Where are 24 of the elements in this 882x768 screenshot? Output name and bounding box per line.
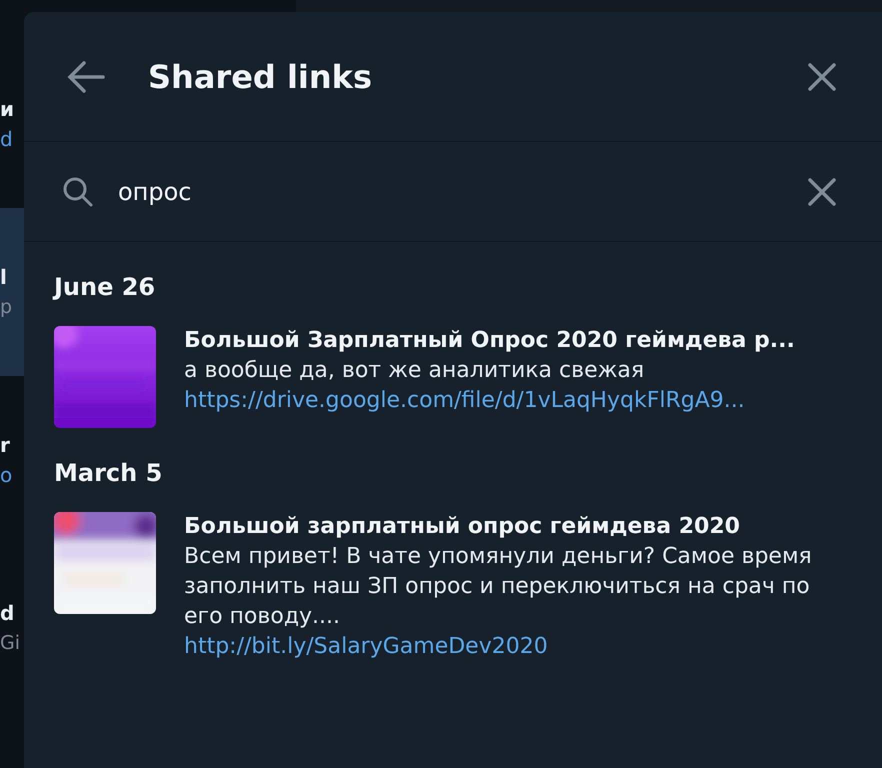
chat-fragment: l (0, 264, 7, 291)
chat-fragment: и (0, 96, 14, 123)
link-description: Всем привет! В чате упомянули деньги? Самое время заполнить наш ЗП опрос и переключиться на срач по его поводу.... (184, 543, 813, 631)
search-field[interactable]: опрос (118, 174, 802, 210)
chat-fragment: Gi (0, 631, 20, 656)
close-icon (807, 176, 837, 206)
chat-fragment: d (0, 126, 13, 153)
chat-list-row[interactable]: p (0, 292, 24, 376)
link-url[interactable]: https://drive.google.com/file/d/1vLaqHyqkFlRgA9... (184, 386, 824, 416)
chat-fragment: o (0, 462, 12, 489)
link-title: Большой зарплатный опрос геймдева 2020 (184, 513, 741, 541)
link-description: а вообще да, вот же аналитика свежая (184, 357, 646, 385)
back-arrow-icon (67, 60, 105, 94)
close-icon (807, 62, 837, 92)
date-heading: June 26 (54, 272, 156, 302)
search-icon (62, 176, 94, 208)
chat-fragment: d (0, 600, 14, 627)
chat-list-row[interactable]: l (0, 208, 24, 292)
panel-title: Shared links (148, 56, 373, 98)
date-heading: March 5 (54, 458, 164, 488)
chat-fragment: p (0, 295, 12, 320)
chat-fragment: r (0, 432, 10, 459)
link-url[interactable]: http://bit.ly/SalaryGameDev2020 (184, 632, 824, 662)
link-title: Большой Зарплатный Опрос 2020 геймдева р... (184, 327, 796, 355)
